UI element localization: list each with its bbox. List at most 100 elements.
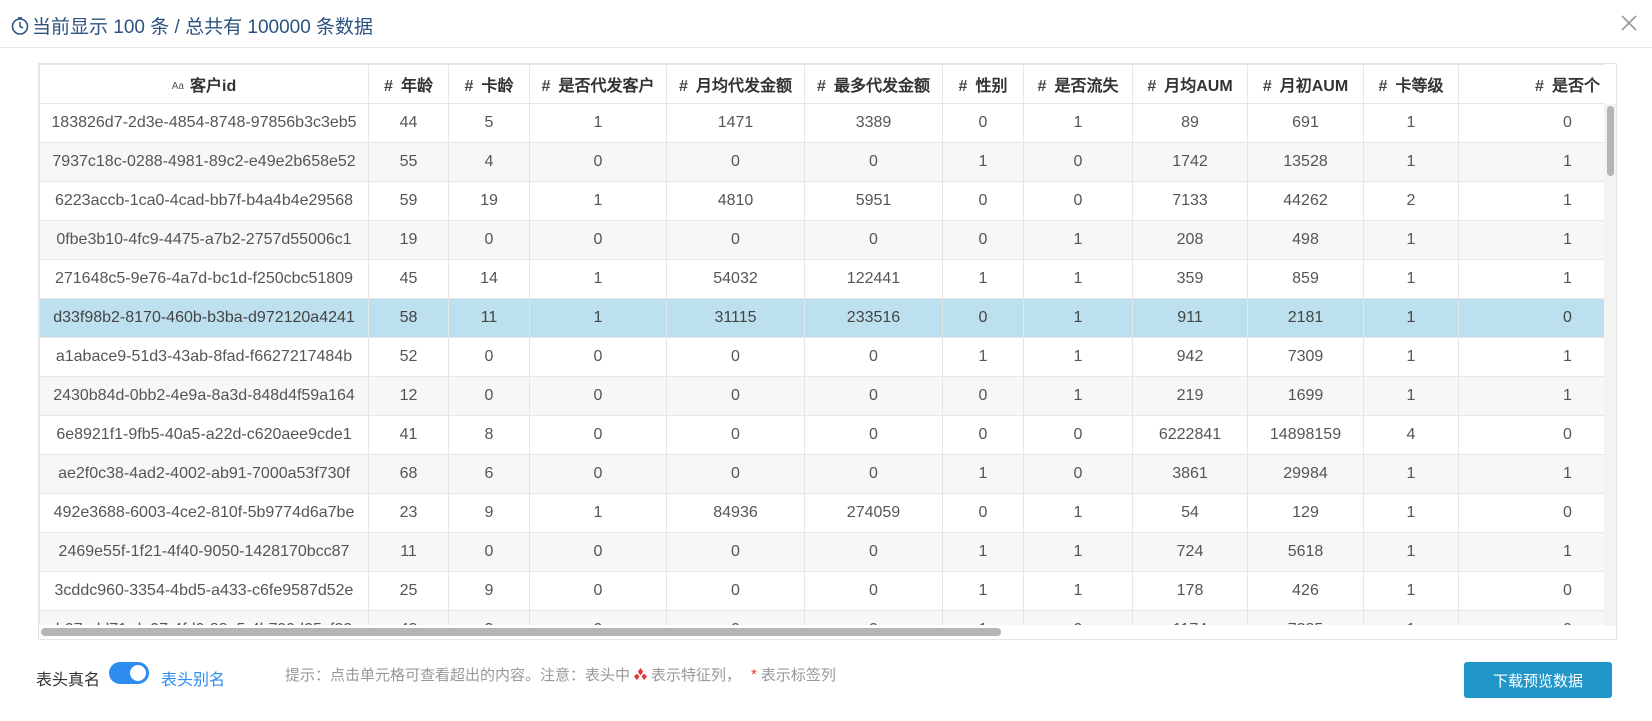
table-cell[interactable]: 274059 <box>804 493 943 533</box>
table-cell[interactable]: 7309 <box>1247 337 1364 377</box>
table-cell[interactable]: 1 <box>1458 532 1605 572</box>
table-cell[interactable]: 59 <box>368 181 449 221</box>
table-cell[interactable]: 1 <box>1458 376 1605 416</box>
table-cell[interactable]: 1 <box>529 259 667 299</box>
table-row[interactable]: 3cddc960-3354-4bd5-a433-c6fe9587d52e 25 9 0… <box>39 571 1605 611</box>
table-cell[interactable]: 0 <box>942 181 1024 221</box>
table-cell[interactable]: 4810 <box>666 181 805 221</box>
table-cell[interactable]: 54032 <box>666 259 805 299</box>
table-cell[interactable]: 0 <box>529 376 667 416</box>
table-cell[interactable]: ae2f0c38-4ad2-4002-ab91-7000a53f730f <box>39 454 369 494</box>
table-cell[interactable]: 1 <box>1023 337 1133 377</box>
table-cell[interactable]: 14898159 <box>1247 415 1364 455</box>
column-header[interactable]: # 是否个 <box>1458 64 1605 104</box>
table-cell[interactable]: 6e8921f1-9fb5-40a5-a22d-c620aee9cde1 <box>39 415 369 455</box>
table-cell[interactable]: 4 <box>1363 415 1459 455</box>
table-cell[interactable]: 1 <box>1363 142 1459 182</box>
table-cell[interactable]: 0 <box>529 142 667 182</box>
table-cell[interactable]: 1 <box>1363 337 1459 377</box>
table-cell[interactable]: 43 <box>368 610 449 626</box>
column-header[interactable]: # 最多代发金额 <box>804 64 943 104</box>
table-cell[interactable]: 9 <box>448 571 530 611</box>
table-cell[interactable]: 122441 <box>804 259 943 299</box>
table-cell[interactable]: 84936 <box>666 493 805 533</box>
table-cell[interactable]: 0fbe3b10-4fc9-4475-a7b2-2757d55006c1 <box>39 220 369 260</box>
table-cell[interactable]: 0 <box>666 376 805 416</box>
column-header[interactable]: # 性别 <box>942 64 1024 104</box>
table-cell[interactable]: 183826d7-2d3e-4854-8748-97856b3c3eb5 <box>39 103 369 143</box>
table-cell[interactable]: 5 <box>448 103 530 143</box>
table-cell[interactable]: 31115 <box>666 298 805 338</box>
table-cell[interactable]: 13528 <box>1247 142 1364 182</box>
table-cell[interactable]: 0 <box>529 415 667 455</box>
table-cell[interactable]: 0 <box>804 142 943 182</box>
column-header[interactable]: # 月均代发金额 <box>666 64 805 104</box>
table-cell[interactable]: 0 <box>448 376 530 416</box>
table-cell[interactable]: 6222841 <box>1132 415 1248 455</box>
table-cell[interactable]: 1 <box>1363 571 1459 611</box>
table-row[interactable]: 7937c18c-0288-4981-89c2-e49e2b658e52 55 4 0… <box>39 142 1605 182</box>
table-cell[interactable]: 0 <box>1458 493 1605 533</box>
table-cell[interactable]: 0 <box>1023 415 1133 455</box>
table-cell[interactable]: 0 <box>666 571 805 611</box>
table-cell[interactable]: 0 <box>1458 298 1605 338</box>
table-cell[interactable]: 1 <box>1458 142 1605 182</box>
table-cell[interactable]: 7285 <box>1247 610 1364 626</box>
table-cell[interactable]: 1 <box>529 298 667 338</box>
table-cell[interactable]: 1 <box>1363 532 1459 572</box>
table-cell[interactable]: 1 <box>1458 337 1605 377</box>
table-cell[interactable]: 1 <box>1023 220 1133 260</box>
close-icon[interactable] <box>1618 12 1640 34</box>
column-header[interactable]: # 卡等级 <box>1363 64 1459 104</box>
table-cell[interactable]: 724 <box>1132 532 1248 572</box>
table-cell[interactable]: 12 <box>368 376 449 416</box>
table-cell[interactable]: 1 <box>1458 181 1605 221</box>
table-cell[interactable]: 0 <box>666 415 805 455</box>
column-header[interactable]: # 是否代发客户 <box>529 64 667 104</box>
table-cell[interactable]: 45 <box>368 259 449 299</box>
column-header[interactable]: # 卡龄 <box>448 64 530 104</box>
table-cell[interactable]: 1174 <box>1132 610 1248 626</box>
table-cell[interactable]: 233516 <box>804 298 943 338</box>
table-cell[interactable]: 5951 <box>804 181 943 221</box>
table-cell[interactable]: 58 <box>368 298 449 338</box>
table-cell[interactable]: 5618 <box>1247 532 1364 572</box>
table-cell[interactable]: 0 <box>804 337 943 377</box>
header-alias-label[interactable]: 表头别名 <box>161 666 225 690</box>
table-cell[interactable]: 1 <box>1363 610 1459 626</box>
table-cell[interactable]: 0 <box>529 571 667 611</box>
table-row[interactable]: b07add71-de07-4fd0-88a5-4b799d25cf224330… <box>39 610 1605 626</box>
table-cell[interactable]: 54 <box>1132 493 1248 533</box>
table-cell[interactable]: 7133 <box>1132 181 1248 221</box>
table-cell[interactable]: 859 <box>1247 259 1364 299</box>
table-cell[interactable]: 55 <box>368 142 449 182</box>
table-cell[interactable]: 0 <box>804 532 943 572</box>
table-cell[interactable]: 0 <box>666 610 805 626</box>
vertical-scrollbar-thumb[interactable] <box>1607 106 1614 176</box>
table-cell[interactable]: 3861 <box>1132 454 1248 494</box>
table-cell[interactable]: 1 <box>1458 259 1605 299</box>
table-cell[interactable]: 0 <box>529 337 667 377</box>
table-cell[interactable]: 1 <box>942 454 1024 494</box>
table-cell[interactable]: b07add71-de07-4fd0-88a5-4b799d25cf22 <box>39 610 369 626</box>
table-row[interactable]: 2430b84d-0bb2-4e9a-8a3d-848d4f59a164 12 0 0… <box>39 376 1605 416</box>
table-cell[interactable]: 0 <box>1458 415 1605 455</box>
table-cell[interactable]: a1abace9-51d3-43ab-8fad-f6627217484b <box>39 337 369 377</box>
table-cell[interactable]: 1 <box>1458 454 1605 494</box>
table-cell[interactable]: 4 <box>448 142 530 182</box>
table-cell[interactable]: 359 <box>1132 259 1248 299</box>
table-cell[interactable]: 0 <box>804 571 943 611</box>
column-header[interactable]: # 年龄 <box>368 64 449 104</box>
table-cell[interactable]: 14 <box>448 259 530 299</box>
table-cell[interactable]: 911 <box>1132 298 1248 338</box>
table-cell[interactable]: 23 <box>368 493 449 533</box>
table-row[interactable]: d33f98b2-8170-460b-b3ba-d972120a4241 58 11… <box>39 298 1605 338</box>
column-header[interactable]: # 月均AUM <box>1132 64 1248 104</box>
table-cell[interactable]: 1742 <box>1132 142 1248 182</box>
table-row[interactable]: 183826d7-2d3e-4854-8748-97856b3c3eb5 44 5 1… <box>39 103 1605 143</box>
table-cell[interactable]: 1 <box>1023 532 1133 572</box>
table-cell[interactable]: 44 <box>368 103 449 143</box>
table-row[interactable]: a1abace9-51d3-43ab-8fad-f6627217484b 52 0 0… <box>39 337 1605 377</box>
table-cell[interactable]: 426 <box>1247 571 1364 611</box>
table-cell[interactable]: 942 <box>1132 337 1248 377</box>
